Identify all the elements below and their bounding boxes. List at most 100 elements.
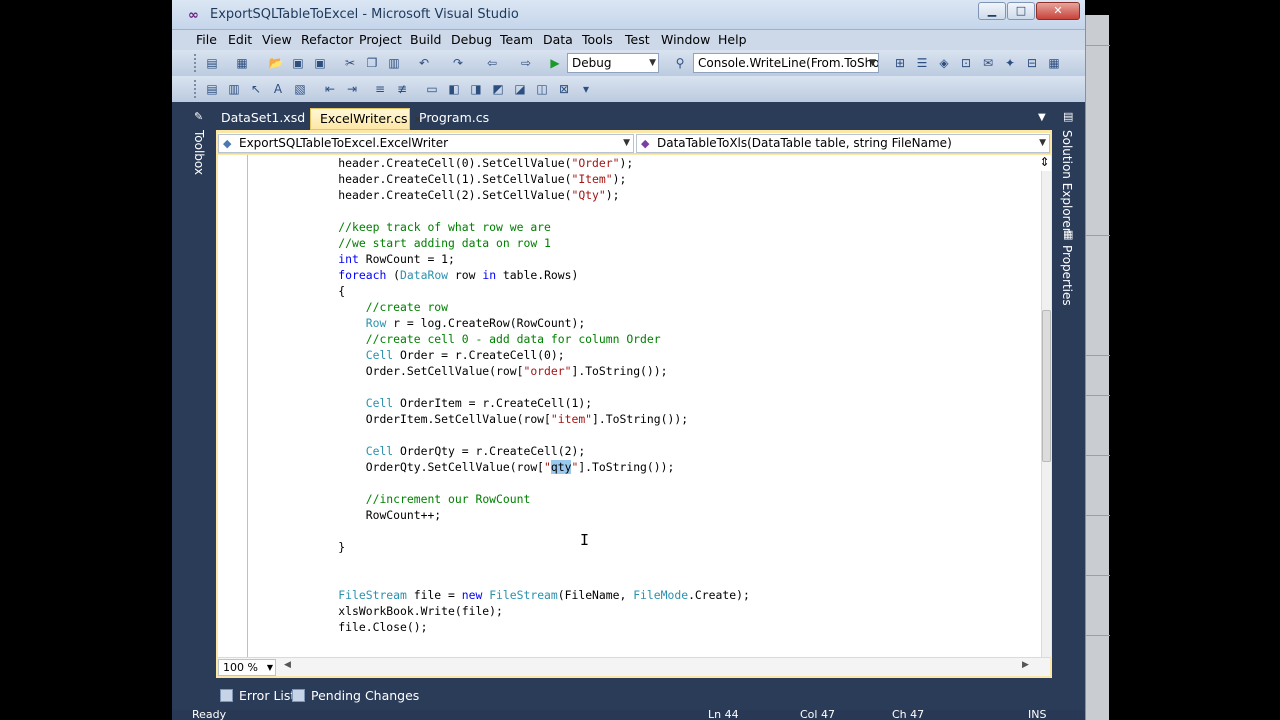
quick-info-icon[interactable]: ▤ [204,81,220,97]
code-token: int [338,252,359,266]
minimize-button[interactable]: ▁ [978,2,1006,20]
next-bookmark-folder-icon[interactable]: ◪ [512,81,528,97]
quick-info-tooltip-icon[interactable]: ↖ [248,81,264,97]
toolbox-tab[interactable]: Toolbox [192,130,206,175]
next-bookmark-icon[interactable]: ◨ [468,81,484,97]
background-window-edge [1085,15,1110,720]
list-members-icon[interactable]: ▧ [292,81,308,97]
menu-data[interactable]: Data [543,32,573,47]
new-project-icon[interactable]: ▤ [204,55,220,71]
menu-edit[interactable]: Edit [228,32,252,47]
prev-bookmark-icon[interactable]: ◧ [446,81,462,97]
code-token: table.Rows) [496,268,579,282]
toolbox-icon[interactable]: ⊡ [958,55,974,71]
code-editor[interactable]: header.CreateCell(0).SetCellValue("Order… [218,155,1042,657]
member-dropdown[interactable]: ◆ DataTableToXls(DataTable table, string… [636,134,1050,153]
object-browser-icon[interactable]: ◈ [936,55,952,71]
vertical-scroll-thumb[interactable] [1042,310,1051,462]
code-token: header.CreateCell(1).SetCellValue( [338,172,572,186]
toolbar-overflow-icon[interactable]: ▾ [578,81,594,97]
menu-refactor[interactable]: Refactor [301,32,353,47]
menu-team[interactable]: Team [500,32,533,47]
menu-view[interactable]: View [262,32,292,47]
maximize-button[interactable]: □ [1007,2,1035,20]
prev-bookmark-folder-icon[interactable]: ◩ [490,81,506,97]
add-item-icon[interactable]: ▦ [234,55,250,71]
code-line: header.CreateCell(0).SetCellValue("Order… [256,155,633,171]
navigate-icon[interactable]: ⇦ [484,55,500,71]
horizontal-scrollbar[interactable]: 100 % ▼ ◀ ▶ [218,657,1050,676]
scroll-right-icon[interactable]: ▶ [1022,660,1029,670]
configuration-select[interactable]: Debug ▼ [567,53,659,73]
start-debugging-icon[interactable]: ▶ [547,55,563,71]
code-token: //create cell 0 - add data for column Or… [365,332,661,346]
extension-manager-icon[interactable]: ✦ [1002,55,1018,71]
code-token: Order.SetCellValue(row[ [338,364,524,378]
menu-build[interactable]: Build [410,32,441,47]
error-list-icon [220,689,233,702]
prev-bookmark-doc-icon[interactable]: ◫ [534,81,550,97]
solution-explorer-icon[interactable]: ⊞ [892,55,908,71]
menu-help[interactable]: Help [718,32,747,47]
toolbar-options-icon[interactable]: ▦ [1046,55,1062,71]
zoom-select[interactable]: 100 % ▼ [218,659,276,676]
code-line: //create row [256,299,448,315]
toolbox-tab-icon: ✎ [194,110,204,123]
chevron-down-icon: ▼ [623,138,630,148]
paste-icon[interactable]: ▥ [386,55,402,71]
command-window-icon[interactable]: ⊟ [1024,55,1040,71]
tab-excelwriter[interactable]: ExcelWriter.cs ✕ [310,108,422,130]
tab-label: DataSet1.xsd [221,110,306,125]
menu-tools[interactable]: Tools [582,32,613,47]
find-in-files-icon[interactable]: ⚲ [672,55,688,71]
find-combo[interactable]: Console.WriteLine(From.ToShor ▼ [693,53,879,73]
menu-test[interactable]: Test [625,32,650,47]
code-line: FileStream file = new FileStream(FileNam… [256,587,750,603]
scroll-left-icon[interactable]: ◀ [284,660,291,670]
tab-label: Pending Changes [311,688,420,703]
tab-program[interactable]: Program.cs [410,108,500,130]
code-token: .Create); [688,588,750,602]
toggle-bookmark-icon[interactable]: ▭ [424,81,440,97]
copy-icon[interactable]: ❐ [364,55,380,71]
complete-word-icon[interactable]: A [270,81,286,97]
save-all-icon[interactable]: ▣ [312,55,328,71]
menu-file[interactable]: File [196,32,217,47]
menu-debug[interactable]: Debug [451,32,492,47]
menu-window[interactable]: Window [661,32,710,47]
code-token: ( [386,268,401,282]
uncomment-icon[interactable]: ≢ [394,81,410,97]
redo-icon[interactable]: ↷ [450,55,466,71]
start-page-icon[interactable]: ✉ [980,55,996,71]
tab-overflow-icon[interactable]: ▼ [1038,112,1046,123]
parameter-info-icon[interactable]: ▥ [226,81,242,97]
decrease-indent-icon[interactable]: ⇤ [322,81,338,97]
code-token: xlsWorkBook.Write(file); [338,604,503,618]
code-token: r = log.CreateRow(RowCount); [386,316,586,330]
code-token: ); [619,156,634,170]
split-handle-icon[interactable]: ⇕ [1038,155,1051,171]
save-icon[interactable]: ▣ [290,55,306,71]
type-dropdown[interactable]: ◆ ExportSQLTableToExcel.ExcelWriter ▼ [218,134,634,153]
properties-icon[interactable]: ☰ [914,55,930,71]
code-token: foreach [338,268,387,282]
code-token: { [338,284,346,298]
navigation-bar: ◆ ExportSQLTableToExcel.ExcelWriter ▼ ◆ … [218,133,1050,154]
cut-icon[interactable]: ✂ [342,55,358,71]
comment-out-icon[interactable]: ≡ [372,81,388,97]
tab-dataset1[interactable]: DataSet1.xsd [212,108,307,130]
tab-error-list[interactable]: Error List [220,688,295,703]
open-file-icon[interactable]: 📂 [268,55,284,71]
undo-icon[interactable]: ↶ [416,55,432,71]
menu-project[interactable]: Project [359,32,402,47]
clear-bookmarks-icon[interactable]: ⊠ [556,81,572,97]
close-button[interactable]: ✕ [1036,2,1080,20]
tab-pending-changes[interactable]: Pending Changes [292,688,419,703]
properties-tab[interactable]: Properties [1060,245,1074,306]
navigate-forward-icon[interactable]: ⇨ [518,55,534,71]
solution-explorer-tab[interactable]: Solution Explorer [1060,130,1074,233]
increase-indent-icon[interactable]: ⇥ [344,81,360,97]
